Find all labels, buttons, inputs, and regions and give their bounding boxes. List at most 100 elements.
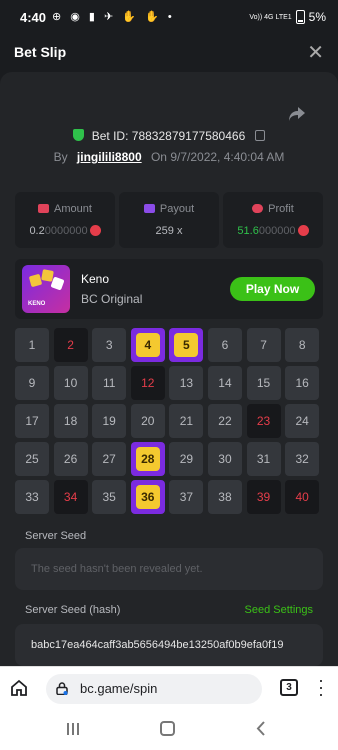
keno-thumbnail[interactable]: KENO — [22, 265, 70, 313]
system-nav-bar — [0, 710, 338, 750]
keno-tile-4: 4 — [130, 328, 165, 362]
keno-tile-number: 36 — [135, 485, 160, 509]
page-title: Bet Slip — [14, 44, 67, 60]
server-seed-hash-label: Server Seed (hash) — [25, 604, 121, 616]
keno-tile-36: 36 — [130, 480, 165, 514]
game-subtitle: BC Original — [81, 292, 143, 306]
keno-tile-15: 15 — [246, 366, 281, 400]
keno-tile-31: 31 — [246, 442, 281, 476]
keno-tile-18: 18 — [53, 404, 88, 438]
game-name: Keno — [81, 272, 110, 286]
dice-icon — [28, 273, 43, 288]
keno-tile-5: 5 — [169, 328, 204, 362]
browser-toolbar: bc.game/spin 3 · · · — [0, 666, 338, 710]
amount-value: 0.2 — [29, 225, 45, 237]
keno-tile-39: 39 — [246, 480, 281, 514]
keno-tile-29: 29 — [169, 442, 204, 476]
payout-value: 259 x — [155, 225, 183, 237]
keno-tile-6: 6 — [207, 328, 242, 362]
keno-tile-17: 17 — [15, 404, 49, 438]
keno-tile-number: 5 — [174, 333, 199, 357]
stat-amount: Amount 0.20000000 — [15, 192, 115, 248]
keno-tile-28: 28 — [130, 442, 165, 476]
battery-icon — [295, 10, 305, 24]
signal-icon: Vo)) 4G LTE1 — [249, 13, 292, 21]
copy-icon[interactable] — [254, 130, 265, 141]
stat-payout: Payout 259 x — [119, 192, 219, 248]
keno-tile-16: 16 — [285, 366, 320, 400]
keno-tile-27: 27 — [92, 442, 127, 476]
home-button-icon[interactable] — [160, 721, 175, 736]
keno-tile-10: 10 — [53, 366, 88, 400]
status-bar: 4:40 ⊕ ◉ ▮ ✈ ✋ ✋ • Vo)) 4G LTE1 5% — [0, 0, 338, 36]
thumbnail-text: KENO — [28, 301, 46, 307]
bet-slip-header: Bet Slip ✕ — [0, 36, 338, 72]
address-bar[interactable]: bc.game/spin — [46, 674, 262, 704]
share-icon[interactable] — [288, 106, 306, 122]
keno-tile-37: 37 — [169, 480, 204, 514]
server-seed-hash-field[interactable]: babc17ea464caff3ab5656494be13250af0b9efa… — [15, 624, 323, 666]
profit-value-dim: 000000 — [258, 225, 296, 237]
user-link[interactable]: jingilili8800 — [77, 150, 142, 164]
tab-switcher-button[interactable]: 3 — [280, 679, 298, 696]
keno-tile-9: 9 — [15, 366, 49, 400]
keno-tile-1: 1 — [15, 328, 49, 362]
keno-tile-25: 25 — [15, 442, 49, 476]
keno-tile-38: 38 — [207, 480, 242, 514]
payout-label: Payout — [159, 203, 195, 215]
keno-tile-13: 13 — [169, 366, 204, 400]
keno-tile-20: 20 — [130, 404, 165, 438]
amount-icon — [38, 204, 50, 213]
profit-icon — [252, 204, 264, 213]
profit-value: 51.6 — [237, 225, 259, 237]
bet-byline: By jingilili8800 On 9/7/2022, 4:40:04 AM — [0, 150, 338, 164]
amount-label: Amount — [54, 203, 92, 215]
server-seed-field: The seed hasn't been revealed yet. — [15, 548, 323, 590]
notification-icons: ⊕ ◉ ▮ ✈ ✋ ✋ • — [52, 11, 175, 23]
home-icon[interactable] — [10, 679, 28, 697]
close-icon[interactable]: ✕ — [307, 40, 324, 65]
keno-tile-12: 12 — [130, 366, 165, 400]
bet-stats: Amount 0.20000000 Payout 259 x Profit 51… — [15, 192, 323, 248]
back-icon[interactable] — [256, 721, 266, 736]
keno-tile-11: 11 — [92, 366, 127, 400]
keno-tile-32: 32 — [285, 442, 320, 476]
more-menu-icon[interactable]: · · · — [318, 671, 324, 703]
dice-icon — [50, 276, 65, 291]
amount-value-dim: 0000000 — [44, 225, 88, 237]
keno-tile-22: 22 — [207, 404, 242, 438]
keno-tile-2: 2 — [53, 328, 88, 362]
shield-check-icon — [73, 129, 85, 141]
stat-profit: Profit 51.6000000 — [223, 192, 323, 248]
keno-tile-35: 35 — [92, 480, 127, 514]
keno-tile-number: 4 — [135, 333, 160, 357]
keno-tile-24: 24 — [285, 404, 320, 438]
lock-icon[interactable] — [56, 682, 68, 695]
keno-tile-7: 7 — [246, 328, 281, 362]
play-now-button[interactable]: Play Now — [230, 277, 315, 301]
game-card: KENO Keno BC Original Play Now — [15, 259, 323, 319]
keno-tile-number: 28 — [135, 447, 160, 471]
bet-id-row: Bet ID: 78832879177580466 — [0, 129, 338, 143]
coin-icon — [89, 225, 101, 236]
bet-id-label: Bet ID: — [91, 129, 129, 143]
status-right: Vo)) 4G LTE1 5% — [249, 10, 326, 24]
payout-icon — [143, 204, 155, 213]
keno-tile-33: 33 — [15, 480, 49, 514]
keno-tile-14: 14 — [207, 366, 242, 400]
bet-date: 9/7/2022, 4:40:04 AM — [170, 150, 285, 164]
keno-tile-40: 40 — [285, 480, 320, 514]
on-label: On — [150, 150, 167, 164]
keno-tile-26: 26 — [53, 442, 88, 476]
recent-apps-icon[interactable] — [66, 722, 80, 736]
server-seed-label: Server Seed — [25, 530, 87, 542]
seed-settings-link[interactable]: Seed Settings — [245, 604, 314, 616]
keno-tile-34: 34 — [53, 480, 88, 514]
by-label: By — [53, 150, 68, 164]
url-text: bc.game/spin — [80, 681, 158, 696]
keno-tile-23: 23 — [246, 404, 281, 438]
battery-percent: 5% — [308, 10, 326, 24]
keno-tile-8: 8 — [285, 328, 320, 362]
keno-tile-3: 3 — [92, 328, 127, 362]
keno-tile-19: 19 — [92, 404, 127, 438]
